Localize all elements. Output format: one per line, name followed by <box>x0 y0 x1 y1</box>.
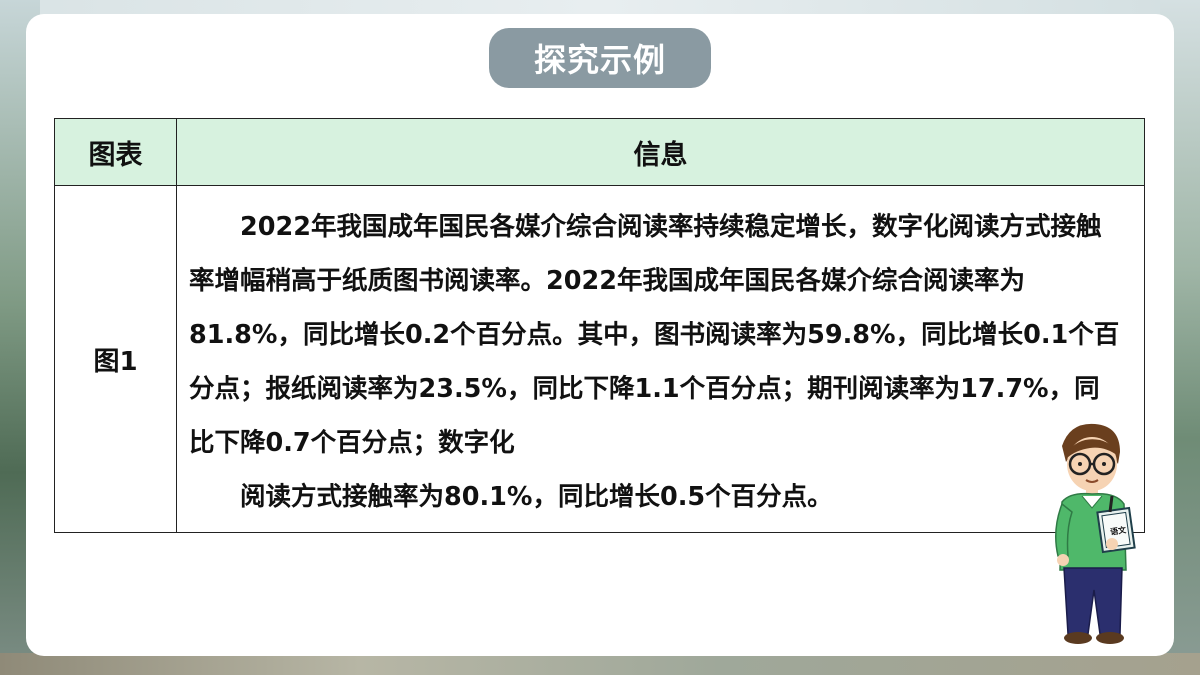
student-character-illustration: 语文 <box>1055 423 1136 644</box>
row-label: 图1 <box>54 185 177 533</box>
slide-title: 探究示例 <box>489 28 711 88</box>
background-bottom-scenery <box>0 653 1200 675</box>
info-paragraph-2: 阅读方式接触率为80.1%，同比增长0.5个百分点。 <box>240 482 833 512</box>
table-row: 图1 2022年我国成年国民各媒介综合阅读率持续稳定增长，数字化阅读方式接触率增… <box>54 185 1145 533</box>
header-info: 信息 <box>176 118 1145 186</box>
header-chart: 图表 <box>54 118 177 186</box>
table-header-row: 图表 信息 <box>54 118 1145 186</box>
info-paragraph-1: 2022年我国成年国民各媒介综合阅读率持续稳定增长，数字化阅读方式接触率增幅稍高… <box>189 212 1120 458</box>
row-info: 2022年我国成年国民各媒介综合阅读率持续稳定增长，数字化阅读方式接触率增幅稍高… <box>176 185 1145 533</box>
info-table: 图表 信息 图1 2022年我国成年国民各媒介综合阅读率持续稳定增长，数字化阅读… <box>54 118 1145 533</box>
